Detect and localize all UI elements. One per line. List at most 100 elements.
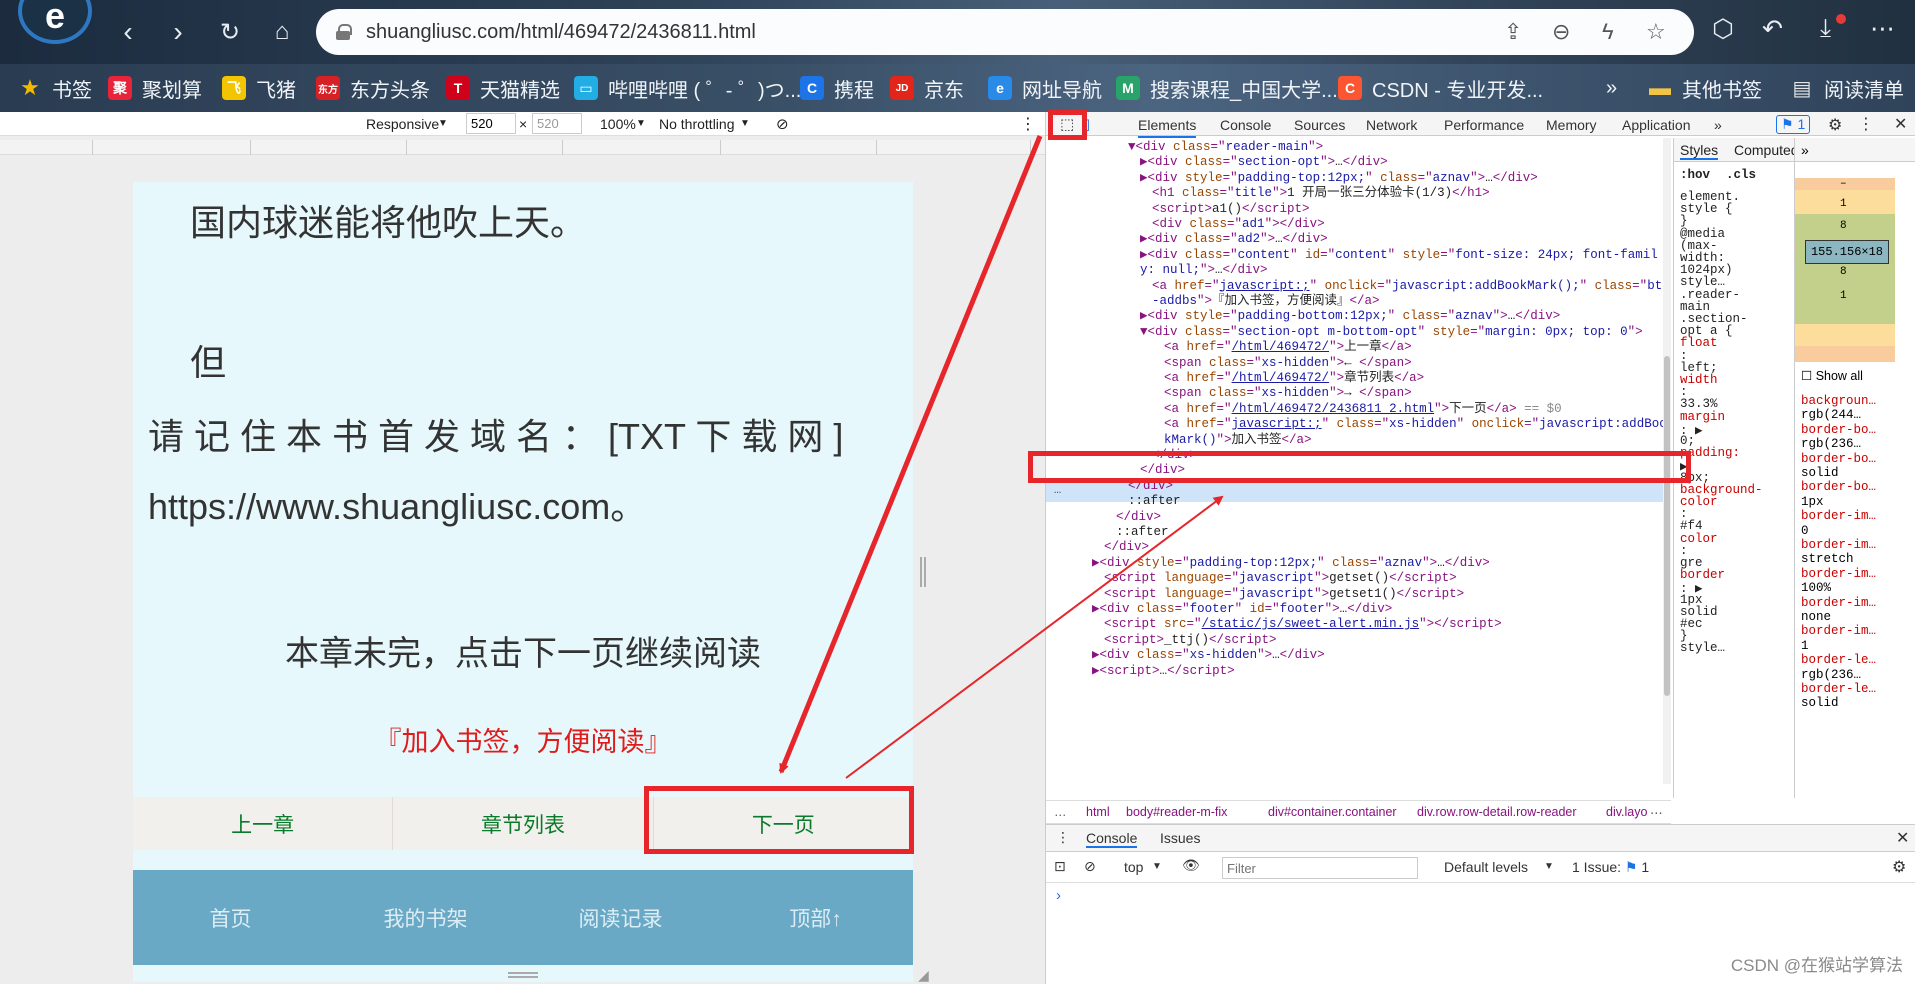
bookmark-item[interactable]: ▬ 其他书签 — [1648, 72, 1762, 104]
tab-memory[interactable]: Memory — [1546, 117, 1597, 133]
computed-property[interactable]: border-bo… — [1801, 452, 1876, 466]
computed-property[interactable]: 100% — [1801, 581, 1831, 595]
breadcrumb-item[interactable]: body#reader-m-fix — [1126, 805, 1227, 819]
tab-console[interactable]: Console — [1220, 117, 1271, 133]
computed-property[interactable]: rgb(236… — [1801, 668, 1861, 682]
computed-property[interactable]: border-bo… — [1801, 423, 1876, 437]
forward-icon[interactable]: › — [158, 12, 198, 52]
bookmark-item[interactable]: M 搜索课程_中国大学... — [1116, 72, 1338, 104]
breadcrumb-item[interactable]: html — [1086, 805, 1110, 819]
computed-property[interactable]: border-im… — [1801, 624, 1876, 638]
clear-console-icon[interactable]: ⊘ — [1084, 858, 1096, 875]
computed-property[interactable]: border-bo… — [1801, 480, 1876, 494]
resize-corner-icon[interactable]: ◢ — [918, 967, 929, 984]
computed-property[interactable]: border-im… — [1801, 509, 1876, 523]
add-bookmark-link[interactable]: 『加入书签，方便阅读』 — [133, 720, 913, 759]
resize-handle-bottom[interactable] — [508, 972, 538, 978]
bookmark-item[interactable]: ★ 书签 — [18, 72, 92, 104]
bookmark-item[interactable]: ▤ 阅读清单 — [1790, 72, 1904, 104]
more-tabs-icon[interactable]: » — [1714, 117, 1722, 133]
computed-property[interactable]: rgb(244… — [1801, 408, 1861, 422]
tab-application[interactable]: Application — [1622, 117, 1691, 133]
settings-gear-icon[interactable]: ⚙ — [1828, 115, 1842, 135]
device-toggle-icon[interactable]: ▯ — [1082, 115, 1090, 133]
drawer-tab-console[interactable]: Console — [1086, 830, 1138, 848]
tab-computed[interactable]: Computed — [1734, 142, 1799, 158]
show-all-checkbox[interactable]: ☐ Show all — [1801, 368, 1863, 383]
console-settings-icon[interactable]: ⚙ — [1892, 857, 1906, 877]
computed-property[interactable]: rgb(236… — [1801, 437, 1861, 451]
resize-handle-right[interactable] — [920, 557, 926, 587]
breadcrumb-right-icon[interactable]: ⋯ — [1650, 805, 1663, 820]
bookmark-item[interactable]: 东方 东方头条 — [316, 72, 430, 104]
share-icon[interactable]: ⇪ — [1504, 19, 1522, 45]
breadcrumb-item[interactable]: div.row.row-detail.row-reader — [1417, 805, 1577, 819]
computed-property[interactable]: 1px — [1801, 495, 1824, 509]
computed-property[interactable]: 1 — [1801, 639, 1809, 653]
issues-counter[interactable]: 1 Issue: ⚑ 1 — [1572, 859, 1649, 876]
style-line[interactable]: style { — [1680, 202, 1733, 216]
lightning-icon[interactable]: ϟ — [1602, 19, 1614, 45]
download-icon[interactable]: ⤓ — [1820, 14, 1831, 43]
live-expression-eye-icon[interactable]: 👁 — [1182, 857, 1200, 874]
throttling-chevron-icon[interactable]: ▼ — [740, 118, 750, 129]
bookmark-item[interactable]: 飞飞猪 — [222, 72, 296, 104]
home-icon[interactable]: ⌂ — [262, 12, 302, 52]
footer-top-link[interactable]: 顶部↑ — [718, 903, 913, 933]
tab-sources[interactable]: Sources — [1294, 117, 1345, 133]
device-more-icon[interactable]: ⋮ — [1020, 114, 1036, 134]
bookmark-item[interactable]: T 天猫精选 — [446, 72, 560, 104]
elements-tree[interactable]: ▼<div class="reader-main"> ▶<div class="s… — [1046, 138, 1671, 784]
node-ellipsis-icon[interactable]: … — [1054, 483, 1061, 497]
computed-property[interactable]: border-le… — [1801, 653, 1876, 667]
zoom-select[interactable]: 100% — [600, 116, 636, 132]
breadcrumb-item[interactable]: div.layo — [1606, 805, 1647, 819]
context-chevron-icon[interactable]: ▼ — [1152, 861, 1162, 872]
footer-bookshelf-link[interactable]: 我的书架 — [328, 903, 523, 933]
prev-chapter-link[interactable]: 上一章 — [133, 797, 394, 850]
computed-property[interactable]: border-im… — [1801, 538, 1876, 552]
log-levels-select[interactable]: Default levels — [1444, 859, 1528, 875]
computed-property[interactable]: border-im… — [1801, 567, 1876, 581]
computed-property[interactable]: backgroun… — [1801, 394, 1876, 408]
bookmark-item[interactable]: C 携程 — [800, 72, 874, 104]
tab-styles[interactable]: Styles — [1680, 142, 1719, 160]
url-text[interactable]: shuangliusc.com/html/469472/2436811.html — [366, 21, 756, 44]
style-line[interactable]: style… — [1680, 641, 1725, 655]
undo-icon[interactable]: ↶ — [1762, 14, 1783, 44]
context-select[interactable]: top — [1124, 859, 1143, 875]
tab-elements[interactable]: Elements — [1138, 117, 1197, 138]
breadcrumb-item[interactable]: div#container.container — [1268, 805, 1397, 819]
dom-node-line[interactable]: ▶<script>…</script> — [1092, 662, 1235, 681]
levels-chevron-icon[interactable]: ▼ — [1544, 861, 1554, 872]
devtools-more-icon[interactable]: ⋮ — [1858, 114, 1874, 134]
reload-icon[interactable]: ↻ — [210, 12, 250, 52]
bookmark-item[interactable]: C CSDN - 专业开发... — [1338, 72, 1543, 104]
favorite-star-icon[interactable]: ☆ — [1646, 19, 1666, 45]
throttling-select[interactable]: No throttling — [659, 116, 734, 132]
cls-filter[interactable]: .cls — [1726, 168, 1756, 182]
rotate-icon[interactable]: ⊘ — [776, 115, 789, 133]
console-prompt-icon[interactable]: › — [1056, 887, 1061, 904]
tab-performance[interactable]: Performance — [1444, 117, 1524, 133]
console-filter-input[interactable] — [1222, 857, 1418, 879]
menu-dots-icon[interactable]: ⋯ — [1870, 14, 1895, 44]
bookmark-item[interactable]: e 网址导航 — [988, 72, 1102, 104]
issues-badge[interactable]: ⚑ 1 — [1776, 115, 1811, 134]
footer-home-link[interactable]: 首页 — [133, 903, 328, 933]
close-devtools-icon[interactable]: ✕ — [1894, 114, 1907, 134]
zoom-chevron-icon[interactable]: ▼ — [636, 118, 646, 129]
breadcrumb-left-icon[interactable]: … — [1054, 805, 1067, 819]
more-style-tabs-icon[interactable]: » — [1801, 142, 1809, 158]
computed-property[interactable]: none — [1801, 610, 1831, 624]
back-icon[interactable]: ‹ — [108, 12, 148, 52]
computed-property[interactable]: stretch — [1801, 552, 1854, 566]
viewport-height-input[interactable] — [532, 113, 582, 134]
bookmark-item[interactable]: » — [1606, 72, 1617, 104]
address-bar[interactable]: shuangliusc.com/html/469472/2436811.html… — [316, 9, 1694, 55]
elements-scrollbar[interactable] — [1663, 138, 1671, 784]
hov-filter[interactable]: :hov — [1680, 168, 1710, 182]
style-line[interactable]: padding: — [1680, 446, 1740, 460]
inspect-element-icon[interactable]: ⬚ — [1060, 115, 1074, 133]
chapter-list-link[interactable]: 章节列表 — [393, 797, 654, 850]
